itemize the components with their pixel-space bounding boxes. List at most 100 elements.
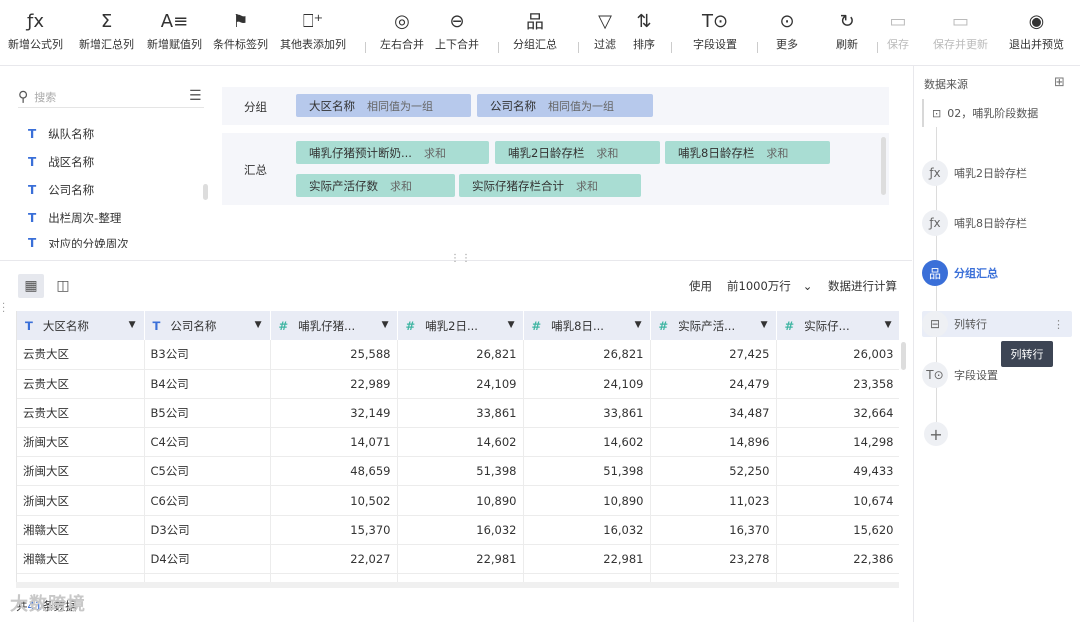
more-vertical-icon[interactable]: ⋮: [1053, 318, 1064, 331]
add-step-button[interactable]: +: [924, 422, 948, 446]
grid-view-icon[interactable]: ▦: [18, 274, 44, 298]
summary-chip[interactable]: 哺乳2日龄存栏 求和: [495, 141, 660, 164]
column-header[interactable]: # 哺乳仔猪... ▼: [270, 311, 398, 340]
toolbar-button-12[interactable]: ↻ 刷新: [836, 8, 858, 60]
summary-chip[interactable]: 实际产活仔数 求和: [296, 174, 455, 197]
table-row[interactable]: 湘赣大区 D4公司 22,027 22,981 22,981 23,278 22,386: [17, 544, 899, 575]
toolbar-button-0[interactable]: ƒx 新增公式列: [8, 8, 63, 60]
table-cell: 25,588: [270, 340, 398, 370]
field-list-scrollbar[interactable]: [203, 184, 208, 200]
table-row[interactable]: 云贵大区 B5公司 32,149 33,861 33,861 34,487 32,664: [17, 398, 899, 429]
table-cell: 16,032: [397, 515, 524, 545]
data-source-item[interactable]: ⊡ 02，哺乳阶段数据: [922, 99, 1072, 127]
toolbar-button-10[interactable]: T⊙ 字段设置: [693, 8, 737, 60]
resize-handle[interactable]: ⋮⋮: [450, 253, 472, 264]
collapse-handle[interactable]: · · ·: [2, 300, 5, 318]
field-setting-icon: T⊙: [922, 362, 948, 388]
table-cell: 32,664: [776, 398, 899, 429]
toolbar-button-3[interactable]: ⚑ 条件标签列: [213, 8, 268, 60]
group-icon: 品: [922, 260, 948, 286]
table-cell: B5公司: [144, 398, 271, 429]
column-header[interactable]: # 哺乳8日... ▼: [523, 311, 651, 340]
caret-down-icon[interactable]: ▼: [382, 320, 389, 330]
fx-icon: ƒx: [922, 160, 948, 186]
rows-select[interactable]: 前1000万行 ⌄: [727, 278, 812, 294]
field-name: 纵队名称: [48, 127, 95, 141]
step-item[interactable]: ƒx 哺乳2日龄存栏: [922, 160, 1072, 186]
column-header[interactable]: T 大区名称 ▼: [17, 311, 145, 340]
step-label: 分组汇总: [954, 267, 998, 280]
field-item[interactable]: T 纵队名称: [28, 124, 94, 144]
grid-vertical-scrollbar[interactable]: [901, 342, 906, 370]
toolbar-button-label: 退出并预览: [1009, 38, 1064, 51]
column-header[interactable]: T 公司名称 ▼: [144, 311, 271, 340]
summary-chip[interactable]: 哺乳仔猪预计断奶... 求和: [296, 141, 489, 164]
table-cell: 52,250: [650, 456, 777, 487]
table-cell: 27,425: [650, 340, 777, 370]
number-type-icon: #: [658, 318, 669, 333]
toolbar-button-label: 分组汇总: [513, 38, 557, 51]
column-header[interactable]: # 实际产活... ▼: [650, 311, 777, 340]
column-name: 哺乳2日...: [425, 318, 478, 333]
caret-down-icon[interactable]: ▼: [129, 320, 136, 330]
toolbar-button-label: 保存并更新: [933, 38, 988, 51]
table-cell: 48,659: [270, 456, 398, 487]
caret-down-icon[interactable]: ▼: [508, 320, 515, 330]
toolbar-button-14[interactable]: ▭ 保存并更新: [933, 8, 988, 60]
field-item[interactable]: T 出栏周次-整理: [28, 208, 121, 228]
toolbar-button-1[interactable]: Σ 新增汇总列: [79, 8, 134, 60]
toolbar-button-label: 更多: [776, 38, 798, 51]
table-row[interactable]: 湘赣大区D5公司19,32020,13320,13320,53519,663: [17, 573, 899, 582]
group-chip[interactable]: 公司名称 相同值为一组: [477, 94, 653, 117]
table-row[interactable]: 云贵大区 B4公司 22,989 24,109 24,109 24,479 23,358: [17, 369, 899, 399]
caret-down-icon[interactable]: ▼: [885, 320, 892, 330]
toolbar-button-11[interactable]: ⊙ 更多: [776, 8, 798, 60]
toolbar-button-13[interactable]: ▭ 保存: [887, 8, 909, 60]
caret-down-icon[interactable]: ▼: [635, 320, 642, 330]
toolbar-button-8[interactable]: ▽ 过滤: [594, 8, 616, 60]
field-item[interactable]: T 公司名称: [28, 180, 94, 200]
table-cell: 14,602: [397, 427, 524, 458]
number-type-icon: #: [784, 318, 795, 333]
summary-chip[interactable]: 哺乳8日龄存栏 求和: [665, 141, 830, 164]
column-header[interactable]: # 实际仔... ▼: [776, 311, 899, 340]
grid-horizontal-scrollbar[interactable]: [16, 582, 899, 588]
field-item[interactable]: T 对应的分娩周次: [28, 236, 129, 248]
table-row[interactable]: 云贵大区 B3公司 25,588 26,821 26,821 27,425 26,003: [17, 340, 899, 370]
number-type-icon: #: [531, 318, 542, 333]
toolbar-button-4[interactable]: ⎕⁺ 其他表添加列: [280, 8, 346, 60]
summary-scrollbar[interactable]: [881, 137, 886, 195]
table-cell: 26,821: [397, 340, 524, 370]
expand-icon[interactable]: ⊞: [1054, 75, 1065, 90]
summary-chip[interactable]: 实际仔猪存栏合计 求和: [459, 174, 641, 197]
group-chip[interactable]: 大区名称 相同值为一组: [296, 94, 471, 117]
toolbar-button-5[interactable]: ◎ 左右合并: [380, 8, 424, 60]
table-cell: 24,479: [650, 369, 777, 399]
step-item[interactable]: ⊟ 列转行 ⋮: [922, 311, 1072, 337]
table-row[interactable]: 浙闽大区 C4公司 14,071 14,602 14,602 14,896 14,298: [17, 427, 899, 458]
more-icon: ⊙: [779, 10, 795, 32]
toolbar-button-15[interactable]: ◉ 退出并预览: [1009, 8, 1064, 60]
column-header[interactable]: # 哺乳2日... ▼: [397, 311, 524, 340]
toolbar-button-7[interactable]: 品分组汇总: [513, 8, 557, 60]
chevron-down-icon: ⌄: [802, 279, 813, 293]
caret-down-icon[interactable]: ▼: [761, 320, 768, 330]
column-name: 大区名称: [42, 318, 89, 333]
sort-fields-icon[interactable]: ☰: [189, 88, 202, 104]
field-item[interactable]: T 战区名称: [28, 152, 94, 172]
table-cell: 湘赣大区: [17, 515, 145, 545]
toolbar-button-9[interactable]: ⇅ 排序: [633, 8, 655, 60]
table-cell: 20,133: [523, 573, 651, 582]
toolbar-button-2[interactable]: A≡ 新增赋值列: [147, 8, 202, 60]
step-item[interactable]: ƒx 哺乳8日龄存栏: [922, 210, 1072, 236]
table-view-icon[interactable]: ◫: [50, 274, 76, 298]
table-row[interactable]: 浙闽大区 C5公司 48,659 51,398 51,398 52,250 49,433: [17, 456, 899, 487]
search-input[interactable]: ⚲ 搜索: [18, 86, 204, 108]
table-row[interactable]: 浙闽大区 C6公司 10,502 10,890 10,890 11,023 10,674: [17, 485, 899, 516]
step-item[interactable]: 品分组汇总: [922, 260, 1072, 286]
table-row[interactable]: 湘赣大区 D3公司 15,370 16,032 16,032 16,370 15,620: [17, 515, 899, 545]
toolbar-button-6[interactable]: ⊖ 上下合并: [435, 8, 479, 60]
table-cell: 14,298: [776, 427, 899, 458]
caret-down-icon[interactable]: ▼: [255, 320, 262, 330]
column-name: 实际仔...: [804, 318, 850, 333]
